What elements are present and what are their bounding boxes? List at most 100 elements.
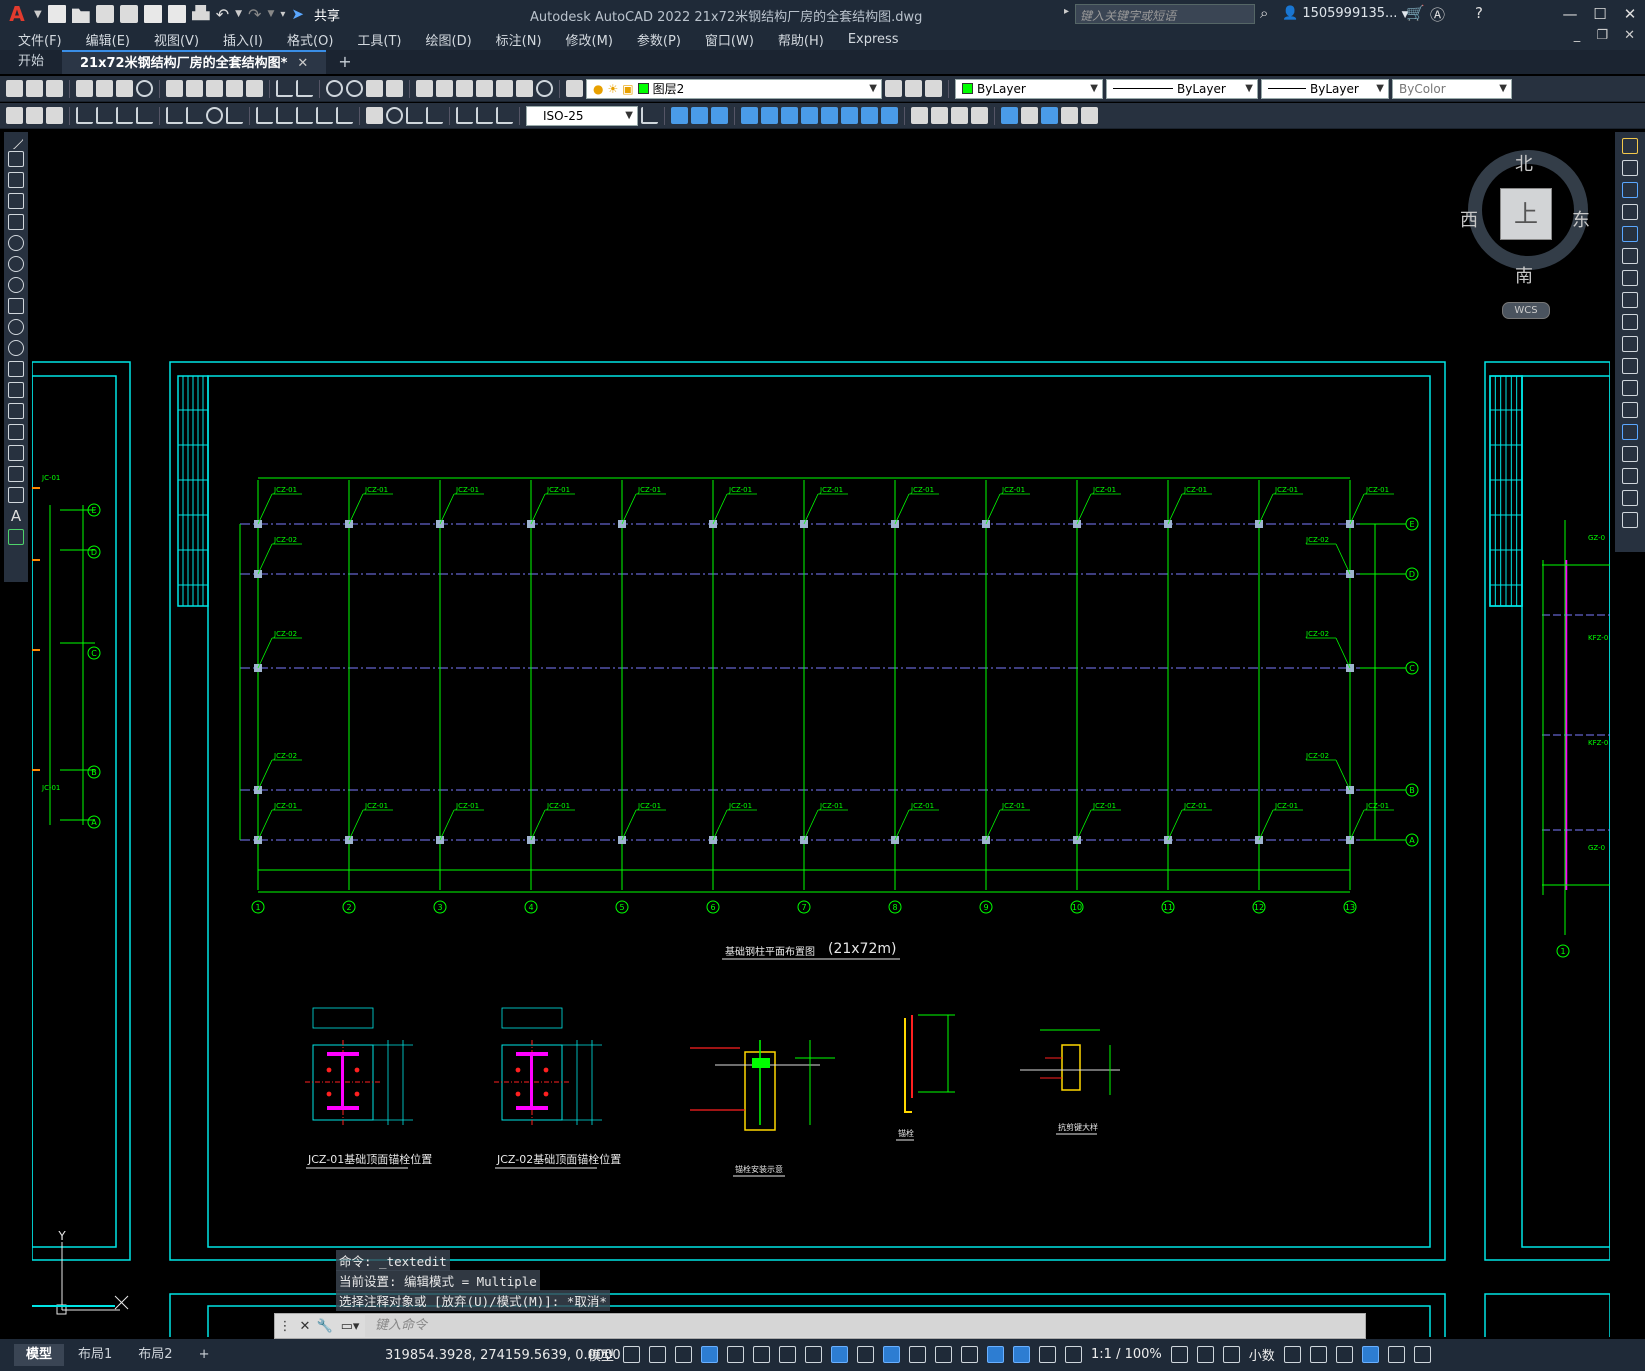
- tolerance-icon[interactable]: [366, 107, 383, 124]
- modify-tool-7-icon[interactable]: [801, 107, 818, 124]
- menu-item-8[interactable]: 修改(M): [554, 30, 625, 49]
- modify-tool-20-icon[interactable]: [1081, 107, 1098, 124]
- table-icon[interactable]: [8, 487, 24, 503]
- object-snap-tracking-icon[interactable]: [805, 1346, 823, 1363]
- command-input[interactable]: 键入命令: [365, 1315, 1365, 1337]
- polar-icon[interactable]: [753, 1346, 771, 1363]
- modify-tool-14-icon[interactable]: [951, 107, 968, 124]
- modify-tool-6-icon[interactable]: [781, 107, 798, 124]
- infer-icon[interactable]: [675, 1346, 693, 1363]
- insert-block-icon[interactable]: [8, 361, 24, 377]
- linetype-dropdown[interactable]: ByLayer ▼: [1106, 78, 1258, 99]
- trim-icon[interactable]: [1622, 336, 1638, 352]
- qexport-icon[interactable]: [46, 107, 63, 124]
- new-tab-button[interactable]: +: [326, 50, 363, 74]
- undo-tool-icon[interactable]: [276, 80, 293, 97]
- app-menu-chevron-icon[interactable]: ▼: [34, 9, 42, 20]
- modify-tool-10-icon[interactable]: [861, 107, 878, 124]
- dim-update-icon[interactable]: [496, 107, 513, 124]
- break-icon[interactable]: [1622, 402, 1638, 418]
- dim-edit-icon[interactable]: [456, 107, 473, 124]
- publish-icon[interactable]: [116, 80, 133, 97]
- grid-icon[interactable]: [623, 1346, 641, 1363]
- linear-dim-icon[interactable]: [76, 107, 93, 124]
- center-mark-icon[interactable]: [386, 107, 403, 124]
- arc-icon[interactable]: [8, 235, 24, 251]
- polygon-icon[interactable]: [8, 193, 24, 209]
- chamfer-icon[interactable]: [1622, 446, 1638, 462]
- markup-icon[interactable]: [496, 80, 513, 97]
- layout-tab-1[interactable]: 布局1: [66, 1344, 124, 1366]
- modify-tool-16-icon[interactable]: [1001, 107, 1018, 124]
- plot-icon[interactable]: [191, 5, 210, 21]
- command-grip-icon[interactable]: ⋮: [275, 1319, 295, 1334]
- line-icon[interactable]: [8, 134, 24, 150]
- document-window-controls[interactable]: _ ❐ ✕: [1574, 28, 1641, 43]
- save-icon[interactable]: [95, 5, 114, 23]
- layer-dropdown[interactable]: ● ☀ ▣ 图层2 ▼: [586, 78, 882, 99]
- layer-state-icon[interactable]: [925, 80, 942, 97]
- model-space-button[interactable]: 模型: [588, 1345, 614, 1364]
- object-snap-icon[interactable]: [831, 1346, 849, 1363]
- 3d-osnap-icon[interactable]: [935, 1346, 953, 1363]
- angular-dim-icon[interactable]: [226, 107, 243, 124]
- compass-east[interactable]: 东: [1572, 206, 1590, 232]
- arc-length-icon[interactable]: [116, 107, 133, 124]
- baseline-dim-icon[interactable]: [276, 107, 293, 124]
- plus-icon[interactable]: [1196, 1346, 1214, 1363]
- undo-icon[interactable]: ↶: [216, 5, 229, 24]
- redo-tool-icon[interactable]: [296, 80, 313, 97]
- paste-block-icon[interactable]: [226, 80, 243, 97]
- aligned-dim-icon[interactable]: [96, 107, 113, 124]
- dim-style-icon[interactable]: [641, 107, 658, 124]
- open-icon[interactable]: [26, 80, 43, 97]
- viewcube-top-face[interactable]: 上: [1500, 188, 1552, 240]
- redo-dropdown-icon[interactable]: ▼: [267, 9, 274, 19]
- lock-ui-icon[interactable]: [1309, 1346, 1327, 1363]
- command-close-icon[interactable]: ✕: [295, 1319, 315, 1334]
- ordinate-dim-icon[interactable]: [136, 107, 153, 124]
- ellipse-icon[interactable]: [8, 319, 24, 335]
- polyline-icon[interactable]: [8, 172, 24, 188]
- join-icon[interactable]: [1622, 424, 1638, 440]
- auto-scale-icon[interactable]: [1039, 1346, 1057, 1363]
- make-block-icon[interactable]: [8, 382, 24, 398]
- modify-tool-3-icon[interactable]: [711, 107, 728, 124]
- pan-icon[interactable]: [326, 80, 343, 97]
- gradient-icon[interactable]: [8, 445, 24, 461]
- rotate-icon[interactable]: [1622, 270, 1638, 286]
- drawing-canvas[interactable]: 1 2 3 4 5 6 7 8 9 10 11 12 13EDCBAJCZ-01 JCZ-01 JCZ-01…: [32, 132, 1610, 1337]
- qsave-icon[interactable]: [26, 107, 43, 124]
- modify-tool-2-icon[interactable]: [691, 107, 708, 124]
- menu-item-9[interactable]: 参数(P): [625, 30, 693, 49]
- region-icon[interactable]: [8, 466, 24, 482]
- share-icon[interactable]: ➤: [291, 5, 304, 23]
- jogged-dim-icon[interactable]: [186, 107, 203, 124]
- inspect-icon[interactable]: [406, 107, 423, 124]
- offset-icon[interactable]: [1622, 204, 1638, 220]
- modify-tool-8-icon[interactable]: [821, 107, 838, 124]
- clean-screen-icon[interactable]: [1387, 1346, 1405, 1363]
- point-icon[interactable]: [8, 403, 24, 419]
- isodraft-icon[interactable]: [779, 1346, 797, 1363]
- plot-icon[interactable]: [76, 80, 93, 97]
- menu-item-4[interactable]: 格式(O): [275, 30, 345, 49]
- modify-tool-18-icon[interactable]: [1041, 107, 1058, 124]
- 3d-dwf-icon[interactable]: [136, 80, 153, 97]
- continue-dim-icon[interactable]: [296, 107, 313, 124]
- revcloud-icon[interactable]: [8, 277, 24, 293]
- spline-icon[interactable]: [8, 298, 24, 314]
- zoom-previous-icon[interactable]: [386, 80, 403, 97]
- dim-break-icon[interactable]: [336, 107, 353, 124]
- annotation-scale-value[interactable]: 1:1 / 100%: [1091, 1347, 1162, 1362]
- zoom-window-icon[interactable]: [366, 80, 383, 97]
- modify-tool-12-icon[interactable]: [911, 107, 928, 124]
- dim-text-edit-icon[interactable]: [476, 107, 493, 124]
- jogged-linear-icon[interactable]: [426, 107, 443, 124]
- import-icon[interactable]: [167, 5, 186, 23]
- modify-tool-4-icon[interactable]: [741, 107, 758, 124]
- mirror-icon[interactable]: [1622, 182, 1638, 198]
- minimize-icon[interactable]: —: [1555, 0, 1585, 28]
- modify-tool-1-icon[interactable]: [671, 107, 688, 124]
- layout-tab-2[interactable]: 布局2: [126, 1344, 184, 1366]
